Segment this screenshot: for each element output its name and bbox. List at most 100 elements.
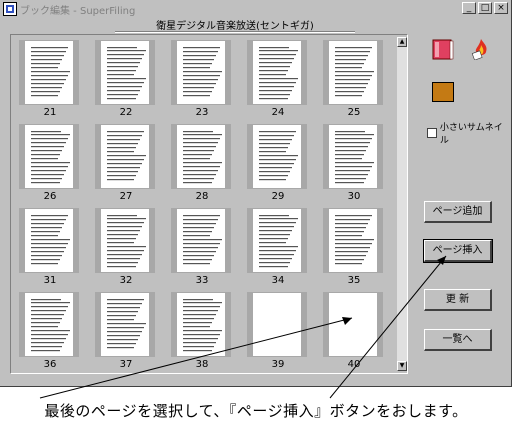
- page-thumbnail[interactable]: 27: [93, 122, 159, 204]
- thumbnail-frame[interactable]: [19, 208, 79, 273]
- page-thumbnail[interactable]: 31: [17, 206, 83, 288]
- page-preview: [329, 41, 377, 104]
- page-preview: [177, 293, 225, 356]
- page-number: 29: [271, 191, 285, 202]
- thumbnail-panel: 21 22 23 24 25 26 27 28 29 30 31 32 33 34 35 36 37 38 39 40…: [10, 34, 408, 374]
- page-number: 23: [195, 107, 209, 118]
- scroll-up-button[interactable]: ▲: [397, 37, 407, 47]
- page-number: 28: [195, 191, 209, 202]
- folder-icon[interactable]: [432, 82, 454, 102]
- thumbnail-frame[interactable]: [95, 40, 155, 105]
- thumbnail-frame[interactable]: [247, 124, 307, 189]
- delete-fire-icon[interactable]: [470, 38, 492, 60]
- title-bar: ブック編集 - SuperFiling _ □ ×: [1, 1, 510, 17]
- thumbnail-frame[interactable]: [323, 208, 383, 273]
- thumbnail-frame[interactable]: [19, 124, 79, 189]
- divider: [115, 31, 355, 33]
- page-preview: [329, 209, 377, 272]
- page-preview: [253, 209, 301, 272]
- page-preview: [101, 293, 149, 356]
- thumbnail-frame[interactable]: [171, 40, 231, 105]
- page-thumbnail[interactable]: 22: [93, 38, 159, 120]
- page-thumbnail[interactable]: 34: [245, 206, 311, 288]
- book-title: 衛星デジタル音楽放送(セントギガ): [156, 21, 314, 32]
- page-preview: [25, 209, 73, 272]
- window-title: ブック編集 - SuperFiling: [20, 5, 136, 17]
- app-icon: [3, 2, 17, 16]
- page-thumbnail[interactable]: 24: [245, 38, 311, 120]
- page-preview: [25, 293, 73, 356]
- thumbnail-frame[interactable]: [19, 292, 79, 357]
- page-preview: [253, 125, 301, 188]
- thumbnail-frame[interactable]: [247, 292, 307, 357]
- page-preview: [253, 41, 301, 104]
- thumbnail-frame[interactable]: [247, 40, 307, 105]
- add-page-button[interactable]: ページ追加: [424, 201, 492, 223]
- small-thumbnail-label: 小さいサムネイル: [439, 123, 503, 146]
- small-thumbnail-checkbox[interactable]: 小さいサムネイル: [427, 120, 511, 146]
- page-thumbnail[interactable]: 29: [245, 122, 311, 204]
- thumbnail-frame[interactable]: [95, 208, 155, 273]
- page-thumbnail[interactable]: 32: [93, 206, 159, 288]
- page-preview: [177, 125, 225, 188]
- page-preview: [25, 125, 73, 188]
- page-number: 32: [119, 275, 133, 286]
- thumbnail-frame[interactable]: [323, 124, 383, 189]
- vertical-scrollbar[interactable]: ▲ ▼: [397, 37, 407, 371]
- list-button[interactable]: 一覧へ: [424, 329, 492, 351]
- thumbnail-frame[interactable]: [171, 292, 231, 357]
- thumbnail-frame[interactable]: [95, 292, 155, 357]
- page-thumbnail[interactable]: 28: [169, 122, 235, 204]
- book-edit-window: ブック編集 - SuperFiling _ □ × 衛星デジタル音楽放送(セント…: [0, 0, 512, 387]
- page-preview: [329, 293, 377, 356]
- page-number: 30: [347, 191, 361, 202]
- page-preview: [329, 125, 377, 188]
- page-thumbnail[interactable]: 26: [17, 122, 83, 204]
- close-button[interactable]: ×: [494, 2, 508, 14]
- thumbnail-frame[interactable]: [171, 208, 231, 273]
- page-preview: [101, 125, 149, 188]
- instruction-caption: 最後のページを選択して、『ページ挿入』ボタンをおします。: [44, 402, 468, 420]
- page-thumbnail[interactable]: 35: [321, 206, 387, 288]
- page-number: 25: [347, 107, 361, 118]
- page-thumbnail[interactable]: 25: [321, 38, 387, 120]
- page-thumbnail[interactable]: 36: [17, 290, 83, 372]
- thumbnail-frame[interactable]: [247, 208, 307, 273]
- page-thumbnail[interactable]: 33: [169, 206, 235, 288]
- page-preview: [177, 209, 225, 272]
- page-number: 33: [195, 275, 209, 286]
- insert-page-button[interactable]: ページ挿入: [423, 239, 493, 263]
- page-thumbnail[interactable]: 23: [169, 38, 235, 120]
- scroll-down-button[interactable]: ▼: [397, 361, 407, 371]
- page-preview: [101, 209, 149, 272]
- page-number: 35: [347, 275, 361, 286]
- page-number: 38: [195, 359, 209, 370]
- thumbnail-frame[interactable]: [323, 40, 383, 105]
- page-thumbnail[interactable]: 30: [321, 122, 387, 204]
- page-number: 22: [119, 107, 133, 118]
- book-icon[interactable]: [432, 38, 454, 60]
- page-preview: [101, 41, 149, 104]
- page-thumbnail[interactable]: 21: [17, 38, 83, 120]
- page-thumbnail[interactable]: 38: [169, 290, 235, 372]
- page-preview: [25, 41, 73, 104]
- checkbox-box[interactable]: [427, 128, 437, 138]
- page-number: 34: [271, 275, 285, 286]
- page-number: 37: [119, 359, 133, 370]
- thumbnail-frame[interactable]: [95, 124, 155, 189]
- thumbnail-frame[interactable]: [171, 124, 231, 189]
- update-button[interactable]: 更 新: [424, 289, 492, 311]
- page-number: 21: [43, 107, 57, 118]
- thumbnail-frame[interactable]: [19, 40, 79, 105]
- page-number: 24: [271, 107, 285, 118]
- maximize-button[interactable]: □: [478, 2, 492, 14]
- page-number: 26: [43, 191, 57, 202]
- minimize-button[interactable]: _: [462, 2, 476, 14]
- thumbnail-grid: 21 22 23 24 25 26 27 28 29 30 31 32 33 34 35 36 37 38 39 40: [17, 38, 395, 371]
- page-preview: [177, 41, 225, 104]
- page-thumbnail[interactable]: 37: [93, 290, 159, 372]
- page-thumbnail[interactable]: 39: [245, 290, 311, 372]
- page-number: 27: [119, 191, 133, 202]
- thumbnail-frame[interactable]: [323, 292, 383, 357]
- page-thumbnail[interactable]: 40: [321, 290, 387, 372]
